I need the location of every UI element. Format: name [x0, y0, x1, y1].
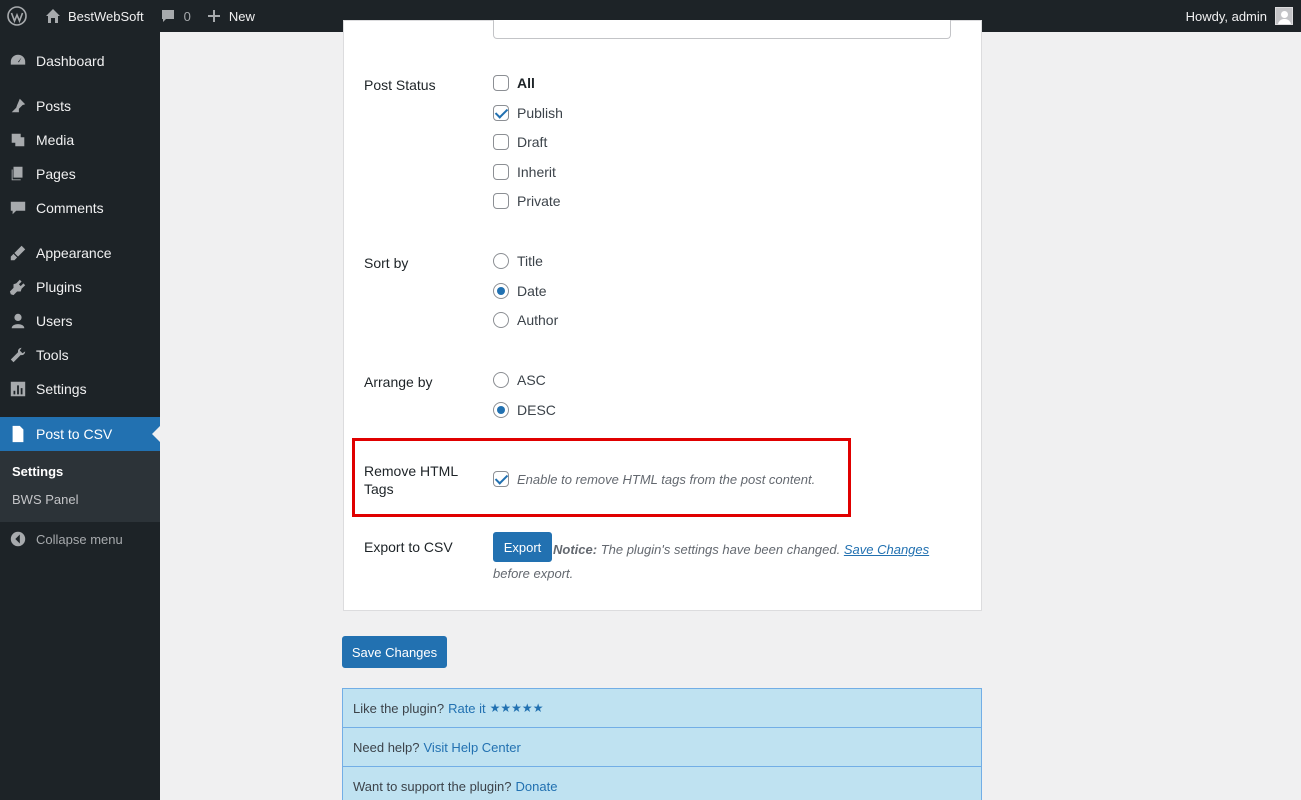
collapse-arrow-icon: [0, 530, 36, 548]
menu-item-label: Posts: [36, 98, 72, 114]
menu-item-label: Post to CSV: [36, 426, 113, 442]
post-status-draft[interactable]: Draft: [493, 133, 547, 151]
menu-item-label: Tools: [36, 347, 69, 363]
star-rating-icon[interactable]: ★★★★★: [490, 701, 544, 715]
submenu: Settings BWS Panel: [0, 451, 160, 522]
menu-item-settings[interactable]: Settings: [0, 372, 160, 406]
menu-item-comments[interactable]: Comments: [0, 191, 160, 225]
help-center-link[interactable]: Visit Help Center: [424, 740, 521, 755]
brush-icon: [0, 244, 36, 262]
menu-item-label: Pages: [36, 166, 76, 182]
radio[interactable]: [493, 312, 509, 328]
menu-item-label: Plugins: [36, 279, 82, 295]
sort-by-author[interactable]: Author: [493, 311, 558, 329]
pages-icon: [0, 165, 36, 183]
menu-item-post-to-csv[interactable]: Post to CSV: [0, 417, 160, 451]
menu-item-tools[interactable]: Tools: [0, 338, 160, 372]
plugin-icon: [0, 278, 36, 296]
menu-item-label: Media: [36, 132, 75, 148]
checkbox[interactable]: [493, 134, 509, 150]
menu-item-label: Appearance: [36, 245, 112, 261]
new-content-link[interactable]: New: [199, 0, 263, 32]
sort-by-label: Sort by: [364, 255, 409, 271]
radio-selected[interactable]: [493, 402, 509, 418]
rate-it-link[interactable]: Rate it: [448, 701, 486, 716]
menu-item-label: Dashboard: [36, 53, 105, 69]
media-icon: [0, 131, 36, 149]
menu-item-dashboard[interactable]: Dashboard: [0, 44, 160, 78]
csv-file-icon: [0, 425, 36, 443]
radio[interactable]: [493, 253, 509, 269]
notice-bold: Notice:: [553, 542, 598, 557]
sort-by-date[interactable]: Date: [493, 282, 547, 300]
post-status-label: Post Status: [364, 77, 436, 93]
rate-plugin-row: Like the plugin? Rate it ★★★★★: [342, 688, 982, 728]
comments-count: 0: [183, 8, 191, 24]
menu-item-media[interactable]: Media: [0, 123, 160, 157]
partial-input-field[interactable]: [493, 20, 951, 39]
menu-item-plugins[interactable]: Plugins: [0, 270, 160, 304]
sort-by-title[interactable]: Title: [493, 252, 543, 270]
wordpress-logo-icon[interactable]: [0, 0, 37, 32]
collapse-label: Collapse menu: [36, 531, 123, 547]
checkbox[interactable]: [493, 164, 509, 180]
site-name-label: BestWebSoft: [68, 8, 144, 24]
radio-selected[interactable]: [493, 283, 509, 299]
user-icon: [0, 312, 36, 330]
admin-menu: Dashboard Posts Media Pages Comments App…: [0, 32, 160, 800]
menu-item-users[interactable]: Users: [0, 304, 160, 338]
menu-item-label: Comments: [36, 200, 104, 216]
site-name-link[interactable]: BestWebSoft: [37, 0, 152, 32]
arrange-by-asc[interactable]: ASC: [493, 371, 546, 389]
menu-item-appearance[interactable]: Appearance: [0, 236, 160, 270]
donate-link[interactable]: Donate: [516, 779, 558, 794]
settings-card: [343, 20, 982, 611]
highlight-box: [352, 438, 851, 517]
comments-link[interactable]: 0: [152, 0, 199, 32]
export-to-csv-label: Export to CSV: [364, 539, 453, 555]
menu-item-pages[interactable]: Pages: [0, 157, 160, 191]
submenu-item-settings[interactable]: Settings: [12, 464, 63, 479]
comment-icon: [0, 199, 36, 217]
howdy-label: Howdy, admin: [1185, 8, 1267, 24]
my-account-link[interactable]: Howdy, admin: [1178, 0, 1301, 32]
avatar: [1275, 7, 1293, 25]
post-status-inherit[interactable]: Inherit: [493, 163, 556, 181]
checkbox[interactable]: [493, 75, 509, 91]
wrench-icon: [0, 346, 36, 364]
post-status-all[interactable]: All: [493, 74, 535, 92]
arrange-by-label: Arrange by: [364, 374, 433, 390]
home-icon: [46, 9, 60, 23]
dashboard-icon: [0, 52, 36, 70]
checkbox-checked[interactable]: [493, 105, 509, 121]
menu-item-posts[interactable]: Posts: [0, 89, 160, 123]
comment-bubble-icon: [161, 10, 174, 22]
menu-item-label: Users: [36, 313, 73, 329]
checkbox[interactable]: [493, 193, 509, 209]
post-status-private[interactable]: Private: [493, 192, 561, 210]
collapse-menu-button[interactable]: Collapse menu: [0, 522, 160, 556]
menu-item-label: Settings: [36, 381, 87, 397]
save-changes-link[interactable]: Save Changes: [844, 542, 929, 557]
submenu-item-bws-panel[interactable]: BWS Panel: [12, 492, 78, 507]
export-notice: Notice: The plugin's settings have been …: [493, 542, 930, 581]
save-changes-button[interactable]: Save Changes: [342, 636, 447, 668]
donate-row: Want to support the plugin? Donate: [342, 766, 982, 800]
post-status-publish[interactable]: Publish: [493, 104, 563, 122]
pin-icon: [0, 97, 36, 115]
radio[interactable]: [493, 372, 509, 388]
arrange-by-desc[interactable]: DESC: [493, 401, 556, 419]
settings-icon: [0, 380, 36, 398]
plus-icon: [207, 10, 220, 22]
help-row: Need help? Visit Help Center: [342, 727, 982, 767]
new-label: New: [228, 8, 255, 24]
